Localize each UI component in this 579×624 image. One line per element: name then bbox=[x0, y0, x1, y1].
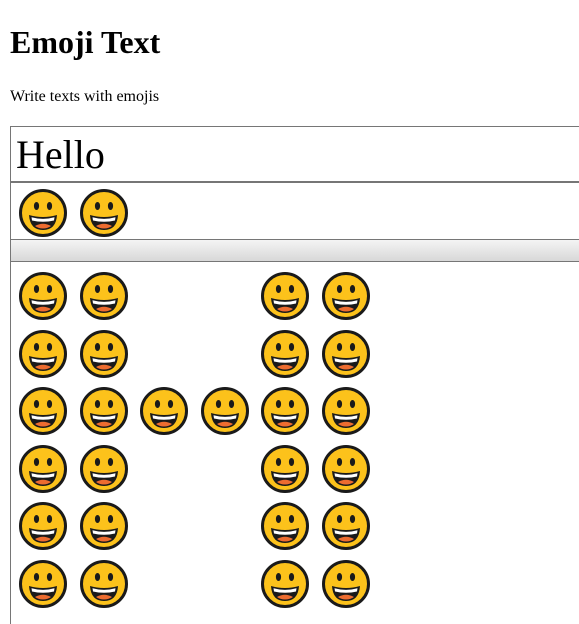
emoji-grid-cell bbox=[18, 386, 79, 436]
emoji-grid-blank bbox=[139, 329, 200, 379]
emoji-grid-cell bbox=[260, 501, 321, 551]
emoji-output-grid bbox=[10, 261, 579, 624]
grinning-face-icon bbox=[200, 387, 249, 435]
emoji-grid-cell bbox=[200, 386, 261, 436]
grinning-face-icon bbox=[321, 272, 370, 320]
emoji-grid-blank bbox=[200, 501, 261, 551]
grinning-face-icon bbox=[79, 387, 128, 435]
emoji-grid-cell bbox=[260, 444, 321, 494]
grinning-face-icon bbox=[19, 559, 67, 608]
emoji-grid-cell bbox=[18, 501, 79, 551]
emoji-grid-blank bbox=[139, 271, 200, 321]
grinning-face-icon bbox=[261, 387, 309, 435]
grinning-face-icon bbox=[79, 189, 128, 237]
grinning-face-icon bbox=[19, 329, 67, 378]
emoji-grid-blank bbox=[200, 329, 261, 379]
grinning-face-icon bbox=[261, 329, 309, 378]
grinning-face-icon bbox=[321, 502, 370, 550]
emoji-grid-cell bbox=[321, 501, 382, 551]
grinning-face-icon bbox=[19, 444, 67, 493]
grinning-face-icon bbox=[19, 272, 67, 320]
emoji-grid-row bbox=[18, 444, 579, 502]
grinning-face-icon bbox=[261, 444, 309, 493]
grinning-face-icon bbox=[261, 272, 309, 320]
emoji-grid-cell bbox=[321, 559, 382, 609]
grinning-face-icon bbox=[79, 559, 128, 608]
emoji-grid-cell bbox=[260, 559, 321, 609]
emoji-grid-cell bbox=[79, 444, 140, 494]
emoji-grid-cell bbox=[79, 501, 140, 551]
emoji-grid-cell bbox=[139, 386, 200, 436]
grinning-face-icon bbox=[321, 559, 370, 608]
emoji-grid-cell bbox=[321, 444, 382, 494]
grinning-face-icon bbox=[321, 444, 370, 493]
emoji-grid-blank bbox=[139, 559, 200, 609]
text-input[interactable] bbox=[10, 126, 579, 182]
grinning-face-icon bbox=[79, 329, 128, 378]
emoji-grid-cell bbox=[260, 329, 321, 379]
emoji-grid-cell bbox=[79, 271, 140, 321]
emoji-grid-blank bbox=[200, 559, 261, 609]
emoji-grid-cell bbox=[321, 329, 382, 379]
resize-divider[interactable] bbox=[10, 239, 579, 262]
grinning-face-icon bbox=[19, 387, 67, 435]
grinning-face-icon bbox=[321, 329, 370, 378]
emoji-grid-cell bbox=[18, 329, 79, 379]
emoji-text-page: Emoji Text Write texts with emojis bbox=[0, 0, 579, 624]
emoji-grid-cell bbox=[18, 271, 79, 321]
emoji-grid-cell bbox=[260, 271, 321, 321]
grinning-face-icon bbox=[261, 559, 309, 608]
emoji-preview bbox=[10, 182, 579, 240]
emoji-grid-cell bbox=[79, 329, 140, 379]
emoji-grid-row bbox=[18, 271, 579, 329]
emoji-grid-blank bbox=[200, 444, 261, 494]
grinning-face-icon bbox=[261, 502, 309, 550]
emoji-grid-row bbox=[18, 559, 579, 617]
grinning-face-icon bbox=[79, 272, 128, 320]
grinning-face-icon bbox=[79, 444, 128, 493]
emoji-grid-cell bbox=[18, 444, 79, 494]
page-title: Emoji Text bbox=[10, 24, 161, 60]
grinning-face-icon bbox=[19, 502, 67, 550]
preview-emoji bbox=[79, 188, 140, 238]
emoji-grid-row bbox=[18, 386, 579, 444]
emoji-grid-cell bbox=[321, 271, 382, 321]
emoji-grid-cell bbox=[18, 559, 79, 609]
emoji-grid-cell bbox=[321, 386, 382, 436]
preview-emoji bbox=[18, 188, 79, 238]
emoji-grid-cell bbox=[79, 559, 140, 609]
emoji-grid-row bbox=[18, 329, 579, 387]
emoji-grid-blank bbox=[200, 271, 261, 321]
emoji-grid-cell bbox=[260, 386, 321, 436]
emoji-grid-blank bbox=[139, 501, 200, 551]
grinning-face-icon bbox=[79, 502, 128, 550]
page-subtitle: Write texts with emojis bbox=[10, 88, 160, 105]
emoji-grid-blank bbox=[139, 444, 200, 494]
grinning-face-icon bbox=[321, 387, 370, 435]
emoji-grid-cell bbox=[79, 386, 140, 436]
emoji-grid-row bbox=[18, 501, 579, 559]
grinning-face-icon bbox=[19, 189, 67, 237]
grinning-face-icon bbox=[140, 387, 188, 435]
